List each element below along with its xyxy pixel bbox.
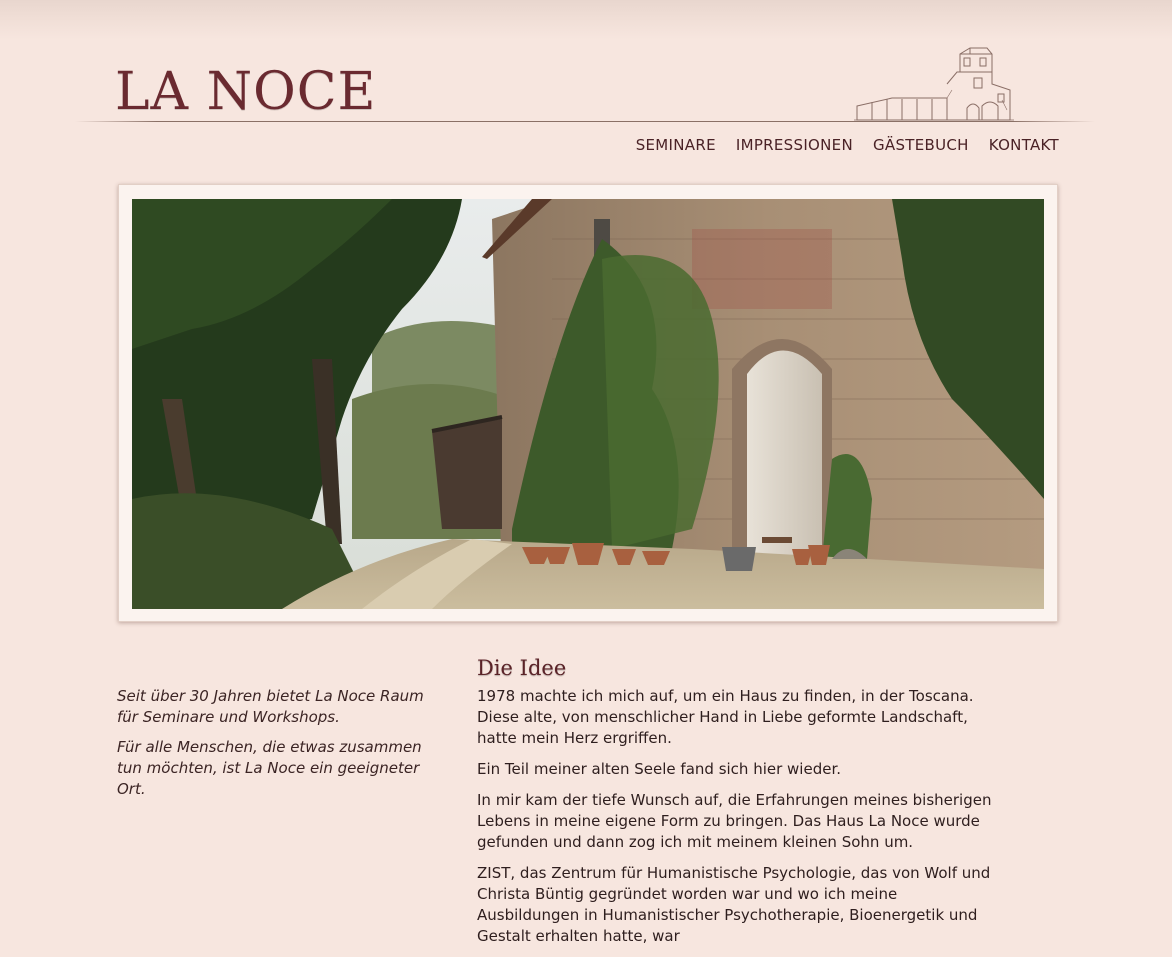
nav-gaestebuch[interactable]: GÄSTEBUCH <box>873 136 969 154</box>
nav-impressionen[interactable]: IMPRESSIONEN <box>736 136 853 154</box>
top-paper-band <box>0 0 1172 40</box>
nav-seminare[interactable]: SEMINARE <box>636 136 716 154</box>
sidebar-paragraph: Für alle Menschen, die etwas zusammen tu… <box>117 738 422 798</box>
content-paragraph: In mir kam der tiefe Wunsch auf, die Erf… <box>477 791 992 851</box>
content-paragraph: Ein Teil meiner alten Seele fand sich hi… <box>477 760 842 778</box>
page-title: Die Idee <box>477 656 567 680</box>
sidebar-intro: Seit über 30 Jahren bietet La Noce Raum … <box>117 686 437 809</box>
site-logo[interactable]: LA NOCE <box>115 66 377 118</box>
header-divider <box>75 121 1095 122</box>
content-paragraph: ZIST, das Zentrum für Humanistische Psyc… <box>477 864 991 945</box>
hero-photo-frame <box>118 184 1058 622</box>
main-content: Die Idee 1978 machte ich mich auf, um ei… <box>477 654 997 957</box>
farmhouse-photo-illustration <box>132 199 1044 609</box>
main-navigation: SEMINARE IMPRESSIONEN GÄSTEBUCH KONTAKT <box>636 136 1059 154</box>
content-paragraph: 1978 machte ich mich auf, um ein Haus zu… <box>477 687 974 747</box>
house-sketch-icon <box>854 47 1014 121</box>
hero-photo <box>132 199 1044 609</box>
nav-kontakt[interactable]: KONTAKT <box>989 136 1059 154</box>
sidebar-paragraph: Seit über 30 Jahren bietet La Noce Raum … <box>117 687 424 726</box>
